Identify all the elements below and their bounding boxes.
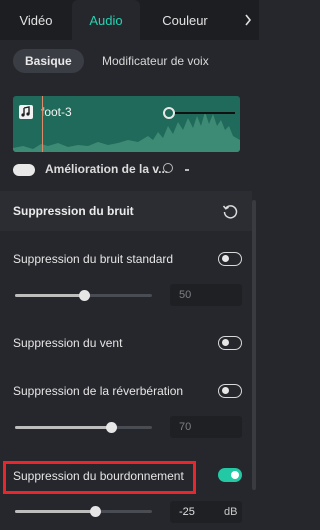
- standard-noise-reduction-value[interactable]: 50: [170, 284, 242, 306]
- tab-audio[interactable]: Audio: [72, 0, 140, 40]
- toggle-knob: [222, 387, 229, 394]
- section-title: Suppression du bruit: [13, 204, 134, 218]
- noise-reduction-section-header: Suppression du bruit: [0, 191, 252, 231]
- slider-fill: [15, 510, 95, 513]
- tab-video[interactable]: Vidéo: [0, 0, 72, 40]
- audio-clip-waveform[interactable]: foot-3: [13, 96, 240, 152]
- playhead[interactable]: [42, 96, 43, 152]
- toggle-knob: [231, 470, 239, 479]
- reverb-reduction-toggle[interactable]: [218, 384, 242, 398]
- volume-keyframe-handle[interactable]: [163, 107, 175, 119]
- hum-reduction-slider[interactable]: [15, 502, 152, 520]
- reset-icon[interactable]: [221, 202, 239, 220]
- subtab-modificateur-de-voix[interactable]: Modificateur de voix: [102, 49, 259, 73]
- slider-thumb[interactable]: [105, 422, 117, 433]
- toggle-knob: [222, 255, 229, 262]
- annotation-highlight-box: [3, 461, 196, 494]
- hum-reduction-unit: dB: [224, 506, 238, 518]
- music-note-icon: [19, 105, 33, 119]
- voice-enhancement-toggle[interactable]: [13, 164, 35, 176]
- subtab-basique[interactable]: Basique: [13, 49, 84, 73]
- scrollbar[interactable]: [252, 200, 256, 490]
- slider-thumb[interactable]: [89, 506, 101, 517]
- slider-fill: [15, 294, 84, 297]
- clip-name: foot-3: [41, 105, 72, 119]
- standard-noise-reduction-toggle[interactable]: [218, 252, 242, 266]
- reverb-reduction-slider[interactable]: [15, 418, 152, 436]
- wind-reduction-label: Suppression du vent: [13, 336, 123, 350]
- slider-fill: [15, 426, 111, 429]
- standard-noise-reduction-slider[interactable]: [15, 286, 152, 304]
- reverb-reduction-label: Suppression de la réverbération: [13, 384, 184, 398]
- wind-reduction-toggle[interactable]: [218, 336, 242, 350]
- standard-noise-reduction-label: Suppression du bruit standard: [13, 252, 174, 266]
- subtab-bar: Basique Modificateur de voix: [0, 40, 259, 82]
- voice-enhancement-row: Amélioration de la v...: [13, 160, 233, 176]
- reverb-reduction-value[interactable]: 70: [170, 416, 242, 438]
- chevron-right-icon[interactable]: [237, 0, 259, 40]
- info-icon[interactable]: [163, 163, 173, 173]
- volume-line: [175, 112, 235, 114]
- top-tab-bar: Vidéo Audio Couleur: [0, 0, 259, 40]
- voice-enhancement-label: Amélioration de la v...: [45, 162, 169, 176]
- toggle-knob: [222, 339, 229, 346]
- slider-thumb[interactable]: [78, 290, 90, 301]
- tab-couleur[interactable]: Couleur: [140, 0, 230, 40]
- hum-reduction-toggle[interactable]: [218, 468, 242, 482]
- dash-icon: [185, 169, 189, 171]
